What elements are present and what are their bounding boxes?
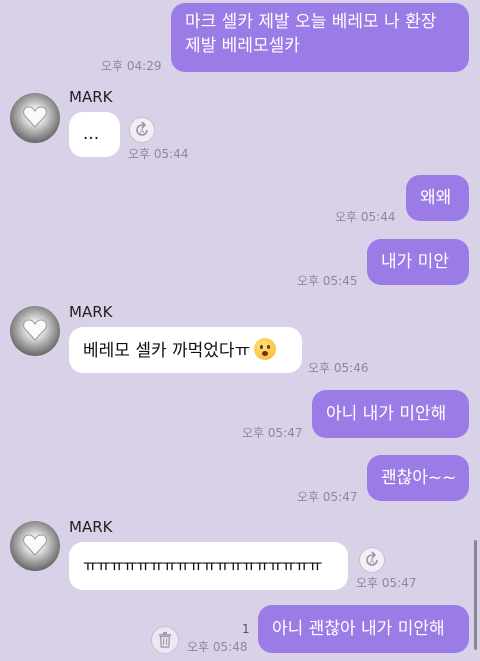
svg-text:A: A <box>140 128 145 136</box>
outgoing-message-bubble[interactable]: 왜왜 <box>406 175 469 221</box>
worried-face-icon <box>254 338 277 360</box>
unread-count: 1 <box>242 622 250 636</box>
message-text: 내가 미안 <box>381 252 449 272</box>
message-text: 아니 괜찮아 내가 미안해 <box>272 619 445 639</box>
reply-arrow-icon[interactable]: A <box>359 547 385 573</box>
outgoing-message-bubble[interactable]: 아니 괜찮아 내가 미안해 <box>258 605 469 653</box>
heart-icon <box>23 534 47 556</box>
message-text: ㅠㅠㅠㅠㅠㅠㅠㅠㅠㅠㅠㅠㅠㅠㅠㅠㅠㅠ <box>83 556 322 575</box>
avatar[interactable] <box>10 521 60 571</box>
message-time: 오후 05:47 <box>242 426 303 440</box>
outgoing-message-bubble[interactable]: 아니 내가 미안해 <box>312 390 469 438</box>
scrollbar[interactable] <box>474 540 477 650</box>
message-text: 베레모 셀카 까먹었다ㅠ <box>83 341 251 361</box>
message-time: 오후 04:29 <box>101 59 162 73</box>
chat-message-list[interactable]: 마크 셀카 제발 오늘 베레모 나 환장 제발 베레모셀카 오후 04:29 M… <box>0 0 480 661</box>
sender-name: MARK <box>69 518 113 536</box>
incoming-message-bubble[interactable]: 베레모 셀카 까먹었다ㅠ <box>69 327 302 373</box>
avatar[interactable] <box>10 93 60 143</box>
avatar[interactable] <box>10 306 60 356</box>
outgoing-message-bubble[interactable]: 내가 미안 <box>367 239 469 285</box>
message-time: 오후 05:48 <box>187 640 248 654</box>
message-time: 오후 05:44 <box>335 210 396 224</box>
message-text: 아니 내가 미안해 <box>326 404 447 424</box>
reply-arrow-icon[interactable]: A <box>129 117 155 143</box>
message-text: 왜왜 <box>420 188 452 208</box>
heart-icon <box>23 319 47 341</box>
message-time: 오후 05:44 <box>128 147 189 161</box>
incoming-message-bubble[interactable]: ... <box>69 112 120 157</box>
heart-icon <box>23 106 47 128</box>
message-text-line: 제발 베레모셀카 <box>185 36 300 56</box>
message-text: ... <box>83 124 100 144</box>
message-time: 오후 05:47 <box>356 576 417 590</box>
outgoing-message-bubble[interactable]: 마크 셀카 제발 오늘 베레모 나 환장 제발 베레모셀카 <box>171 3 469 72</box>
message-text: 괜찮아~~ <box>381 468 457 488</box>
svg-text:A: A <box>370 558 375 566</box>
message-text-line: 마크 셀카 제발 오늘 베레모 나 환장 <box>185 12 437 32</box>
message-time: 오후 05:46 <box>308 361 369 375</box>
sender-name: MARK <box>69 88 113 106</box>
message-time: 오후 05:47 <box>297 490 358 504</box>
trash-icon[interactable] <box>151 626 179 654</box>
incoming-message-bubble[interactable]: ㅠㅠㅠㅠㅠㅠㅠㅠㅠㅠㅠㅠㅠㅠㅠㅠㅠㅠ <box>69 542 348 590</box>
outgoing-message-bubble[interactable]: 괜찮아~~ <box>367 455 469 501</box>
message-time: 오후 05:45 <box>297 274 358 288</box>
sender-name: MARK <box>69 303 113 321</box>
